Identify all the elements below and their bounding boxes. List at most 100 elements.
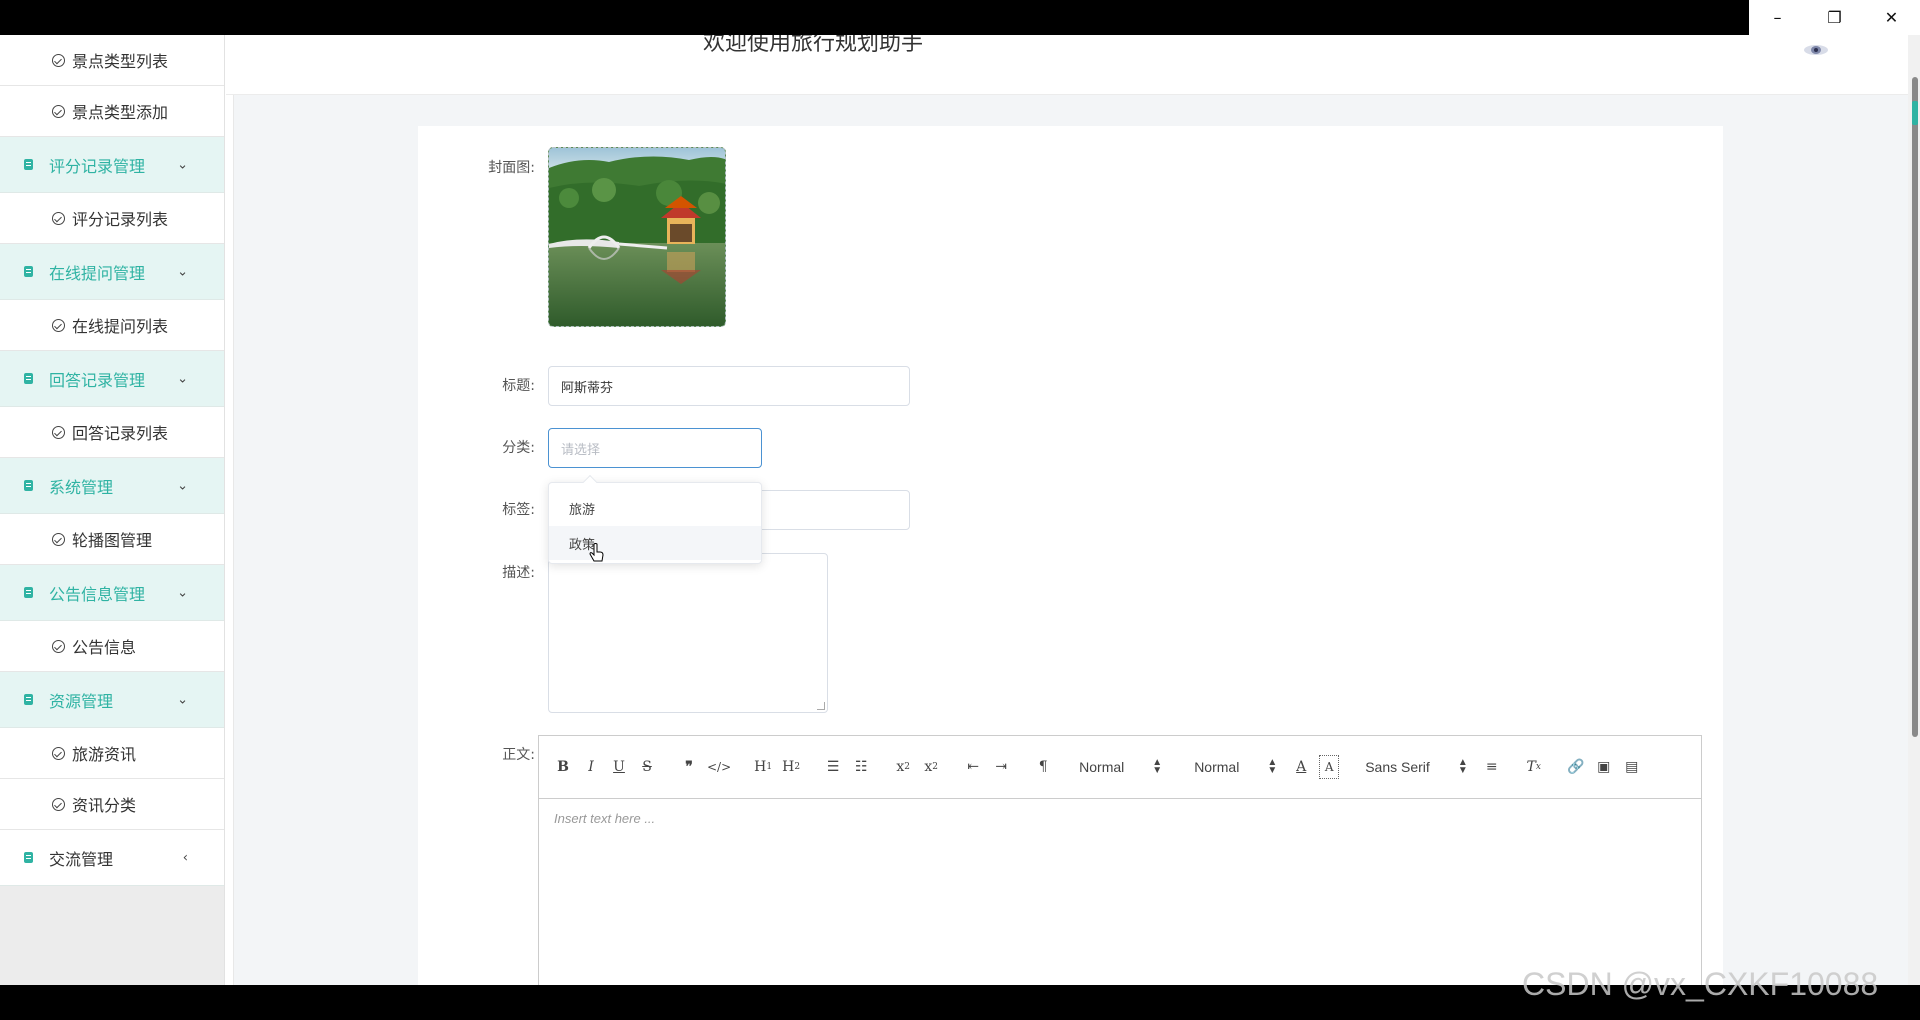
sidebar-group-label: 系统管理 bbox=[49, 477, 114, 497]
sidebar-subitem[interactable]: 景点类型列表 bbox=[0, 35, 224, 86]
category-placeholder: 请选择 bbox=[561, 442, 601, 458]
document-icon bbox=[24, 852, 33, 863]
blockquote-icon[interactable]: ❞ bbox=[679, 755, 699, 779]
sidebar-group[interactable]: 在线提问管理 ⌄ bbox=[0, 244, 224, 300]
editor-placeholder[interactable]: Insert text here ... bbox=[539, 799, 1701, 838]
heading2-icon[interactable]: H2 bbox=[781, 755, 801, 779]
close-button[interactable]: ✕ bbox=[1863, 0, 1920, 35]
bold-icon[interactable]: B bbox=[553, 755, 573, 779]
title-label: 标题: bbox=[502, 378, 535, 394]
sidebar-group-label: 回答记录管理 bbox=[49, 370, 146, 390]
chevron-icon: ⌄ bbox=[177, 478, 188, 493]
welcome-title: 欢迎使用旅行规划助手 bbox=[703, 35, 924, 56]
subscript-icon[interactable]: x2 bbox=[893, 755, 913, 779]
italic-icon[interactable]: I bbox=[581, 755, 601, 779]
sidebar-subitem[interactable]: 回答记录列表 bbox=[0, 407, 224, 458]
sidebar-item-label: 轮播图管理 bbox=[72, 531, 153, 550]
sidebar-item-label: 回答记录列表 bbox=[72, 424, 169, 443]
category-dropdown: 旅游 政策 bbox=[548, 474, 762, 564]
sidebar-subitem[interactable]: 旅游资讯 bbox=[0, 728, 224, 779]
chevron-icon: ⌄ bbox=[177, 371, 188, 386]
resize-grip-icon[interactable] bbox=[817, 702, 825, 710]
cover-image-upload[interactable] bbox=[548, 147, 726, 327]
category-select[interactable]: 请选择 bbox=[548, 428, 762, 468]
page-header: 欢迎使用旅行规划助手 bbox=[226, 35, 1920, 95]
sidebar-subitem[interactable]: 轮播图管理 bbox=[0, 514, 224, 565]
sidebar-subitem[interactable]: 资讯分类 bbox=[0, 779, 224, 830]
sidebar-subitem[interactable]: 景点类型添加 bbox=[0, 86, 224, 137]
font-family-value: Sans Serif bbox=[1365, 759, 1430, 775]
sidebar-item-label: 旅游资讯 bbox=[72, 745, 137, 764]
video-icon[interactable]: ▤ bbox=[1622, 755, 1642, 779]
sidebar-group[interactable]: 公告信息管理 ⌄ bbox=[0, 565, 224, 621]
code-block-icon[interactable]: </> bbox=[707, 755, 731, 779]
restore-button[interactable]: ❐ bbox=[1806, 0, 1863, 35]
indent-icon[interactable]: ⇥ bbox=[991, 755, 1011, 779]
superscript-icon[interactable]: x2 bbox=[921, 755, 941, 779]
sidebar-subitem[interactable]: 评分记录列表 bbox=[0, 193, 224, 244]
sidebar-group[interactable]: 交流管理 ‹ bbox=[0, 830, 224, 886]
dropdown-option[interactable]: 旅游 bbox=[549, 491, 761, 525]
check-circle-icon bbox=[52, 211, 65, 225]
document-icon bbox=[24, 587, 33, 598]
sidebar-group-label: 资源管理 bbox=[49, 691, 114, 711]
link-icon[interactable]: 🔗 bbox=[1566, 755, 1586, 779]
strike-icon[interactable]: S bbox=[637, 755, 657, 779]
image-icon[interactable]: ▣ bbox=[1594, 755, 1614, 779]
underline-icon[interactable]: U bbox=[609, 755, 629, 779]
sidebar-item-label: 评分记录列表 bbox=[72, 210, 169, 229]
sidebar-group[interactable]: 回答记录管理 ⌄ bbox=[0, 351, 224, 407]
sidebar-item-label: 公告信息 bbox=[72, 638, 137, 657]
text-direction-icon[interactable]: ¶ bbox=[1033, 755, 1053, 779]
window-controls: – ❐ ✕ bbox=[1749, 0, 1920, 35]
font-size-select[interactable]: Normal ▲ ▼ bbox=[1194, 758, 1277, 776]
sidebar-group[interactable]: 资源管理 ⌄ bbox=[0, 672, 224, 728]
document-icon bbox=[24, 373, 33, 384]
outdent-icon[interactable]: ⇤ bbox=[963, 755, 983, 779]
check-circle-icon bbox=[52, 104, 65, 118]
chevron-icon: ‹ bbox=[182, 850, 188, 865]
scrollbar-accent bbox=[1912, 101, 1918, 125]
dropdown-option[interactable]: 政策 bbox=[549, 526, 761, 560]
heading1-icon[interactable]: H1 bbox=[753, 755, 773, 779]
chevron-icon: ⌄ bbox=[177, 585, 188, 600]
clear-format-icon[interactable]: Tx bbox=[1524, 755, 1544, 779]
title-input[interactable]: 阿斯蒂芬 bbox=[548, 366, 910, 406]
app-window: 景点类型列表 景点类型添加 评分记录管理 ⌄ 评分记录列表 在线提问管理 ⌄ 在线提问列表 回答… bbox=[0, 35, 1920, 985]
sidebar-subitem[interactable]: 公告信息 bbox=[0, 621, 224, 672]
category-label: 分类: bbox=[502, 440, 535, 456]
updown-icon: ▲ ▼ bbox=[1457, 757, 1468, 776]
font-color-icon[interactable]: A bbox=[1291, 755, 1311, 779]
font-size-value: Normal bbox=[1194, 759, 1240, 775]
title-input-value: 阿斯蒂芬 bbox=[561, 380, 614, 396]
rich-text-editor: B I U S ❞ </> H1 H2 ☰ ☷ x2 x2 ⇤ ⇥ ¶ Norm… bbox=[538, 735, 1702, 985]
chevron-icon: ⌄ bbox=[177, 264, 188, 279]
body-label: 正文: bbox=[502, 747, 535, 763]
description-textarea[interactable] bbox=[548, 553, 828, 713]
background-color-icon[interactable]: A bbox=[1319, 755, 1340, 779]
header-size-select[interactable]: Normal ▲ ▼ bbox=[1079, 758, 1162, 776]
sidebar-subitem[interactable]: 在线提问列表 bbox=[0, 300, 224, 351]
sidebar-item-label: 在线提问列表 bbox=[72, 317, 169, 336]
chevron-icon: ⌄ bbox=[177, 157, 188, 172]
sidebar-group[interactable]: 评分记录管理 ⌄ bbox=[0, 137, 224, 193]
scrollbar-thumb[interactable] bbox=[1912, 77, 1918, 737]
window-titlebar: – ❐ ✕ bbox=[0, 0, 1920, 35]
hand-cursor-icon bbox=[589, 543, 604, 562]
align-icon[interactable]: ≡ bbox=[1482, 755, 1502, 779]
ordered-list-icon[interactable]: ☰ bbox=[823, 755, 843, 779]
tags-label: 标签: bbox=[502, 502, 535, 518]
minimize-button[interactable]: – bbox=[1749, 0, 1806, 35]
chevron-icon: ⌄ bbox=[177, 692, 188, 707]
check-circle-icon bbox=[52, 746, 65, 760]
sidebar-group[interactable]: 系统管理 ⌄ bbox=[0, 458, 224, 514]
font-family-select[interactable]: Sans Serif ▲ ▼ bbox=[1365, 757, 1468, 776]
bullet-list-icon[interactable]: ☷ bbox=[851, 755, 871, 779]
avatar-icon[interactable] bbox=[1802, 41, 1830, 59]
sidebar-item-label: 景点类型添加 bbox=[72, 103, 169, 122]
page-scrollbar[interactable] bbox=[1908, 35, 1920, 985]
sidebar-item-label: 景点类型列表 bbox=[72, 52, 169, 71]
description-label: 描述: bbox=[502, 565, 535, 581]
document-icon bbox=[24, 480, 33, 491]
document-icon bbox=[24, 266, 33, 277]
